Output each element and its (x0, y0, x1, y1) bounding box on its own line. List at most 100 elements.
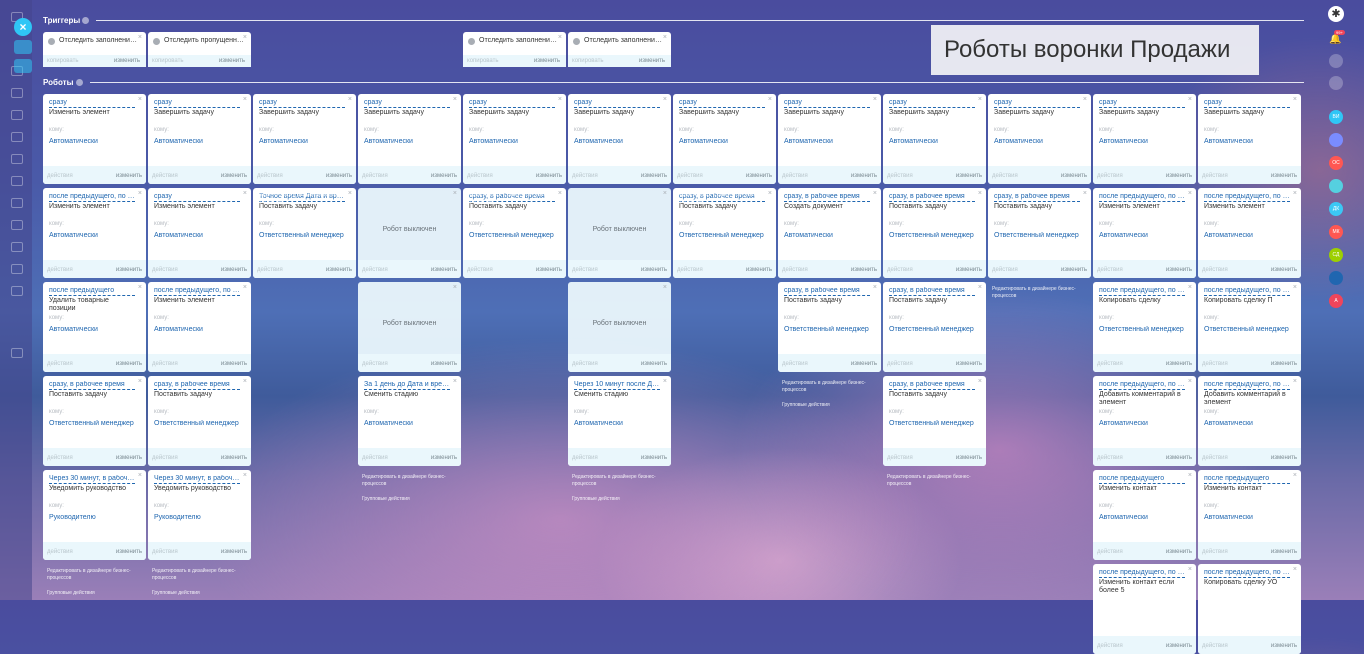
actions-link[interactable]: действия (1202, 173, 1228, 179)
change-link[interactable]: изменить (219, 58, 245, 64)
robot-card[interactable]: Через 30 минут, в рабочее время× Уведомит… (148, 470, 251, 560)
change-link[interactable]: изменить (1166, 267, 1192, 273)
change-link[interactable]: изменить (536, 173, 562, 179)
actions-link[interactable]: действия (362, 173, 388, 179)
close-icon[interactable]: × (1293, 472, 1297, 479)
copy-link[interactable]: копировать (467, 58, 499, 64)
change-link[interactable]: изменить (534, 58, 560, 64)
nav-icon[interactable] (11, 110, 23, 120)
nav-icon[interactable] (11, 198, 23, 208)
robot-assignee[interactable]: Автоматически (49, 138, 141, 145)
robot-assignee[interactable]: Автоматически (49, 326, 141, 333)
change-link[interactable]: изменить (221, 267, 247, 273)
robot-card[interactable]: после предыдущего, по умолчанию× Копирова… (1198, 564, 1301, 654)
change-link[interactable]: изменить (641, 455, 667, 461)
edit-in-designer-link[interactable]: Редактировать в дизайнере бизнес-процесс… (572, 474, 656, 487)
change-link[interactable]: изменить (746, 267, 772, 273)
close-icon[interactable]: × (1188, 96, 1192, 103)
change-link[interactable]: изменить (851, 361, 877, 367)
nav-icon[interactable] (11, 242, 23, 252)
robot-assignee[interactable]: Ответственный менеджер (784, 326, 876, 333)
actions-link[interactable]: действия (782, 173, 808, 179)
change-link[interactable]: изменить (1271, 643, 1297, 649)
robot-card[interactable]: сразу, в рабочее время × Поставить задачу к… (148, 376, 251, 466)
group-actions-link[interactable]: Групповые действия (152, 590, 252, 597)
actions-link[interactable]: действия (1202, 267, 1228, 273)
robot-condition[interactable]: сразу (889, 99, 975, 108)
robot-condition[interactable]: сразу (679, 99, 765, 108)
robot-card[interactable]: сразу, в рабочее время × Поставить задачу к… (883, 188, 986, 278)
robot-condition[interactable]: сразу (364, 99, 450, 108)
change-link[interactable]: изменить (326, 173, 352, 179)
change-link[interactable]: изменить (1271, 549, 1297, 555)
robot-card[interactable]: сразу, в рабочее время × Поставить задачу к… (883, 376, 986, 466)
close-icon[interactable]: × (1293, 378, 1297, 385)
actions-link[interactable]: действия (782, 267, 808, 273)
robot-condition[interactable]: Через 30 минут, в рабочее время (49, 475, 135, 484)
nav-icon[interactable] (11, 220, 23, 230)
help-icon[interactable] (82, 17, 89, 24)
robot-condition[interactable]: сразу, в рабочее время (49, 381, 135, 390)
robot-condition[interactable]: сразу, в рабочее время (994, 193, 1080, 202)
close-icon[interactable]: × (1293, 190, 1297, 197)
close-icon[interactable]: × (1293, 566, 1297, 573)
actions-link[interactable]: действия (887, 173, 913, 179)
robot-assignee[interactable]: Ответственный менеджер (679, 232, 771, 239)
change-link[interactable]: изменить (114, 58, 140, 64)
robot-assignee[interactable]: Автоматически (1099, 232, 1191, 239)
robot-card[interactable]: сразу, в рабочее время × Поставить задачу к… (883, 282, 986, 372)
bell-icon[interactable]: 🔔 (1329, 34, 1341, 46)
robot-assignee[interactable]: Автоматически (784, 232, 876, 239)
change-link[interactable]: изменить (116, 549, 142, 555)
nav-icon[interactable] (11, 154, 23, 164)
close-icon[interactable]: × (978, 284, 982, 291)
chat-icon[interactable] (1329, 54, 1343, 68)
robot-assignee[interactable]: Автоматически (1204, 420, 1296, 427)
robot-card-disabled[interactable]: Робот выключен × действия изменить (568, 282, 671, 372)
actions-link[interactable]: действия (152, 361, 178, 367)
change-link[interactable]: изменить (1166, 455, 1192, 461)
robot-assignee[interactable]: Автоматически (49, 232, 141, 239)
change-link[interactable]: изменить (326, 267, 352, 273)
actions-link[interactable]: действия (572, 455, 598, 461)
actions-link[interactable]: действия (887, 455, 913, 461)
actions-link[interactable]: действия (1202, 455, 1228, 461)
actions-link[interactable]: действия (1097, 455, 1123, 461)
robot-card[interactable]: сразу × Завершить задачу кому: Автоматически… (1093, 94, 1196, 184)
change-link[interactable]: изменить (641, 173, 667, 179)
robot-card[interactable]: сразу × Завершить задачу кому: Автоматически… (988, 94, 1091, 184)
change-link[interactable]: изменить (1271, 455, 1297, 461)
edit-in-designer-link[interactable]: Редактировать в дизайнере бизнес-процесс… (887, 474, 971, 487)
change-link[interactable]: изменить (956, 267, 982, 273)
close-icon[interactable]: × (243, 190, 247, 197)
robot-card[interactable]: после предыдущего, по умолчанию× Копирова… (1093, 282, 1196, 372)
robot-card[interactable]: сразу × Завершить задачу кому: Автоматически… (148, 94, 251, 184)
robot-condition[interactable]: Через 30 минут, в рабочее время (154, 475, 240, 484)
robot-condition[interactable]: после предыдущего, по умолчанию (49, 193, 135, 202)
actions-link[interactable]: действия (992, 267, 1018, 273)
robot-condition[interactable]: сразу (784, 99, 870, 108)
robot-card[interactable]: после предыдущего, по умолчанию× Добавить… (1198, 376, 1301, 466)
avatar[interactable]: ОС (1329, 156, 1343, 170)
nav-icon[interactable] (11, 264, 23, 274)
close-icon[interactable]: × (663, 284, 667, 291)
edit-in-designer-link[interactable]: Редактировать в дизайнере бизнес-процесс… (467, 192, 551, 205)
robot-assignee[interactable]: Автоматически (1099, 420, 1191, 427)
robot-card[interactable]: после предыдущего, по умолчанию× Изменить… (1198, 188, 1301, 278)
robot-assignee[interactable]: Автоматически (1099, 514, 1191, 521)
robot-card[interactable]: после предыдущего, по умолчанию× Изменить… (1093, 188, 1196, 278)
actions-link[interactable]: действия (887, 361, 913, 367)
robot-card[interactable]: после предыдущего, по умолчанию× Изменить… (148, 282, 251, 372)
actions-link[interactable]: действия (1202, 643, 1228, 649)
nav-icon[interactable] (11, 348, 23, 358)
close-icon[interactable]: × (138, 190, 142, 197)
copy-link[interactable]: копировать (572, 58, 604, 64)
close-icon[interactable]: × (558, 96, 562, 103)
avatar[interactable]: МК (1329, 225, 1343, 239)
avatar[interactable]: А (1329, 294, 1343, 308)
change-link[interactable]: изменить (851, 267, 877, 273)
group-actions-link[interactable]: Групповые действия (572, 496, 672, 503)
change-link[interactable]: изменить (116, 173, 142, 179)
change-link[interactable]: изменить (746, 173, 772, 179)
close-icon[interactable]: × (348, 96, 352, 103)
